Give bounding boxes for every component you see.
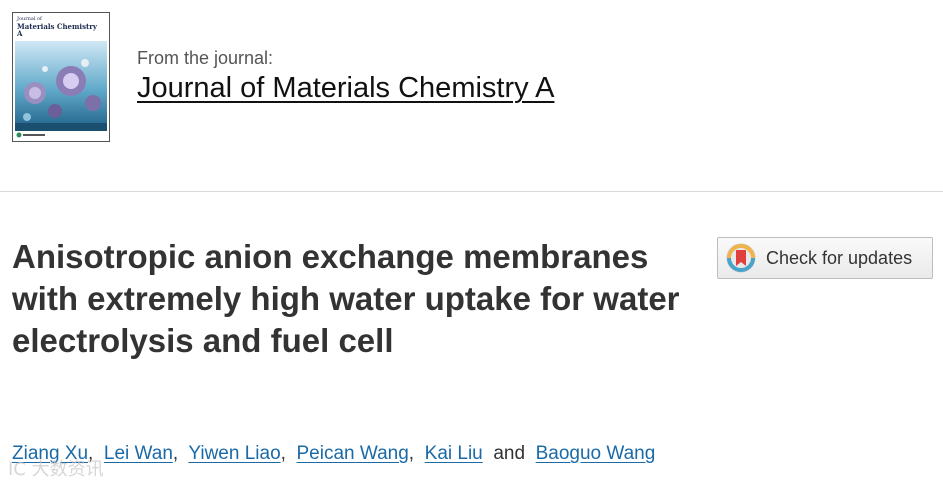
article-title: Anisotropic anion exchange membranes wit… — [12, 238, 680, 359]
author-separator: , — [172, 443, 179, 464]
author-separator: , — [280, 443, 286, 464]
author-conjunction: and — [493, 443, 526, 464]
crossmark-icon — [726, 243, 756, 273]
author-link-kai-liu[interactable]: Kai Liu — [425, 443, 483, 464]
author-list: Ziang Xu, Lei Wan, Yiwen Liao, Peican Wa… — [12, 443, 655, 465]
author-separator: , — [408, 443, 415, 464]
journal-cover-image[interactable]: Journal of Materials Chemistry A — [12, 12, 110, 142]
cover-title: Journal of Materials Chemistry A — [17, 16, 97, 37]
cover-artwork — [15, 41, 107, 131]
from-journal-label: From the journal: — [137, 48, 274, 68]
author-link-yiwen-liao[interactable]: Yiwen Liao — [188, 443, 280, 464]
cover-publisher-logo — [16, 132, 45, 138]
author-link-baoguo-wang[interactable]: Baoguo Wang — [536, 443, 656, 464]
article-page: Journal of Materials Chemistry A From th… — [0, 0, 943, 487]
header-divider — [0, 191, 943, 192]
journal-name-link[interactable]: Journal of Materials Chemistry A — [137, 72, 554, 105]
author-link-lei-wan[interactable]: Lei Wan — [104, 443, 173, 464]
author-link-peican-wang[interactable]: Peican Wang — [296, 443, 408, 464]
check-for-updates-label: Check for updates — [766, 247, 913, 268]
watermark-text: IC 大数资讯 — [8, 459, 104, 480]
check-for-updates-button[interactable]: Check for updates — [717, 237, 933, 279]
cover-title-line2: Materials Chemistry A — [17, 22, 98, 38]
